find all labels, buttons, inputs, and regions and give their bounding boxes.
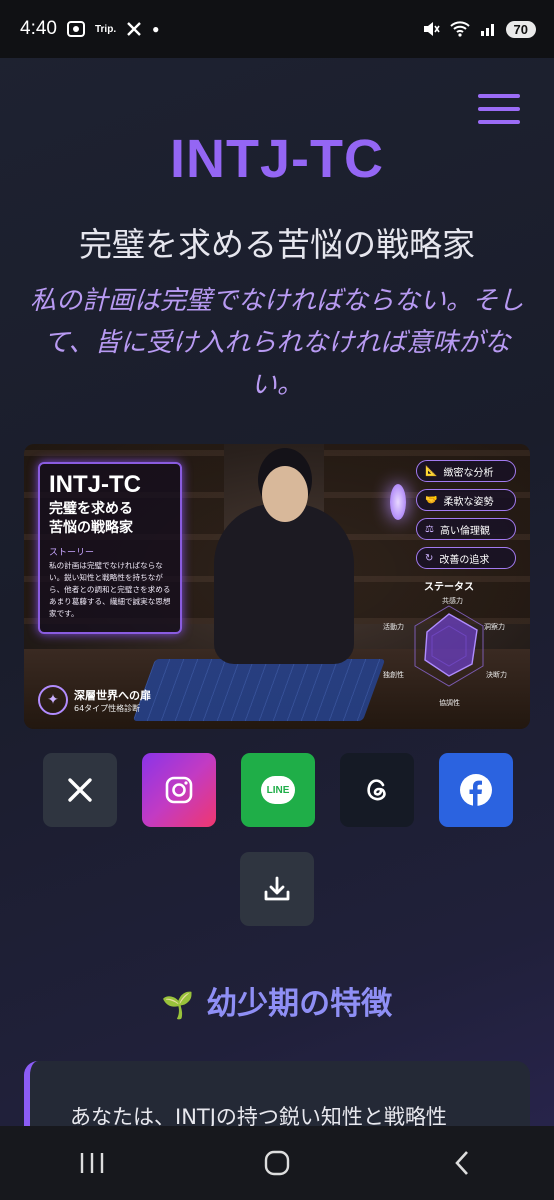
card-title: INTJ-TC xyxy=(49,471,141,498)
type-info-card: INTJ-TC 完璧を求める 苦悩の戦略家 ストーリー 私の計画は完璧でなければ… xyxy=(38,462,182,634)
system-nav-bar xyxy=(0,1126,554,1200)
type-quote: 私の計画は完璧でなければならない。そして、皆に受け入れられなければ意味がない。 xyxy=(29,286,524,400)
menu-line xyxy=(478,94,520,98)
radar-label: 独創性 xyxy=(383,671,404,679)
share-x-button[interactable] xyxy=(43,753,117,827)
share-threads-button[interactable] xyxy=(340,753,414,827)
strategist-figure xyxy=(214,504,354,664)
share-buttons: LINE xyxy=(43,753,513,827)
crystal-lamp-icon xyxy=(390,484,406,520)
page-title: INTJ-TC xyxy=(170,129,384,189)
signal-icon xyxy=(480,24,494,36)
back-icon xyxy=(454,1151,468,1175)
facebook-icon xyxy=(460,774,492,807)
share-facebook-button[interactable] xyxy=(439,753,513,827)
wifi-icon xyxy=(449,21,470,37)
status-title: ステータス xyxy=(424,582,474,593)
radar-label: 協調性 xyxy=(439,699,460,707)
share-line-button[interactable]: LINE xyxy=(241,753,315,827)
x-logo-icon xyxy=(68,778,92,802)
radar-label: 決断力 xyxy=(486,671,507,679)
ruler-icon: 📐 xyxy=(425,465,438,477)
home-icon xyxy=(264,1150,290,1176)
trait-tag: ↻ 改善の追求 xyxy=(416,547,516,569)
screenshot-icon xyxy=(66,21,85,37)
recent-apps-button[interactable] xyxy=(62,1138,122,1188)
line-icon: LINE xyxy=(261,776,295,804)
trait-tag: ⚖ 高い倫理観 xyxy=(416,518,516,540)
story-text: 私の計画は完璧でなければならない。鋭い知性と戦略性を持ちながら、他者との調和と完… xyxy=(49,561,171,618)
trait-tag: 📐 緻密な分析 xyxy=(416,460,516,482)
section-heading: 🌱 幼少期の特徴 xyxy=(161,986,393,1022)
menu-line xyxy=(478,107,520,111)
instagram-icon xyxy=(165,776,193,804)
card-subtitle-line2: 苦悩の戦略家 xyxy=(49,520,133,536)
page-subtitle: 完璧を求める苦悩の戦略家 xyxy=(79,225,475,264)
strategist-head xyxy=(262,466,308,522)
brand-title: 深層世界への扉 xyxy=(74,688,151,702)
home-button[interactable] xyxy=(247,1138,307,1188)
hero-illustration: INTJ-TC 完璧を求める 苦悩の戦略家 ストーリー 私の計画は完璧でなければ… xyxy=(24,444,530,729)
download-button[interactable] xyxy=(240,852,314,926)
notification-dot-icon: ● xyxy=(152,22,160,36)
card-subtitle-line1: 完璧を求める xyxy=(49,501,133,517)
radar-label: 共感力 xyxy=(442,597,463,605)
radar-label: 洞察力 xyxy=(484,623,505,631)
refresh-icon: ↻ xyxy=(425,552,434,564)
trait-tag: 🤝 柔軟な姿勢 xyxy=(416,489,516,511)
mute-icon xyxy=(423,22,440,36)
menu-line xyxy=(478,120,520,124)
status-bar: 4:40 Trip. ● 70 xyxy=(0,0,554,58)
trip-label: Trip. xyxy=(94,23,117,35)
story-label: ストーリー xyxy=(49,548,95,558)
hamburger-menu-button[interactable] xyxy=(478,94,520,128)
brand-badge: ✦ 深層世界への扉 64タイプ性格診断 xyxy=(38,685,151,715)
scales-icon: ⚖ xyxy=(425,523,434,535)
compass-icon: ✦ xyxy=(38,685,68,715)
brand-subtitle: 64タイプ性格診断 xyxy=(74,703,141,713)
trait-tags: 📐 緻密な分析 🤝 柔軟な姿勢 ⚖ 高い倫理観 ↻ 改善の追求 xyxy=(416,460,516,569)
status-radar-chart: ステータス 共感力 洞察力 決断力 協調性 独創性 活動力 xyxy=(380,582,518,714)
radar-label: 活動力 xyxy=(383,623,404,631)
share-instagram-button[interactable] xyxy=(142,753,216,827)
handshake-icon: 🤝 xyxy=(425,494,438,506)
recent-apps-icon xyxy=(81,1153,104,1173)
download-icon xyxy=(264,876,290,901)
x-notification-icon xyxy=(127,22,141,36)
status-time: 4:40 xyxy=(20,18,57,39)
back-button[interactable] xyxy=(432,1138,492,1188)
battery-indicator: 70 xyxy=(505,20,536,38)
sprout-icon: 🌱 xyxy=(161,991,195,1021)
blueprint-sheet xyxy=(132,659,386,721)
threads-icon xyxy=(367,779,386,801)
